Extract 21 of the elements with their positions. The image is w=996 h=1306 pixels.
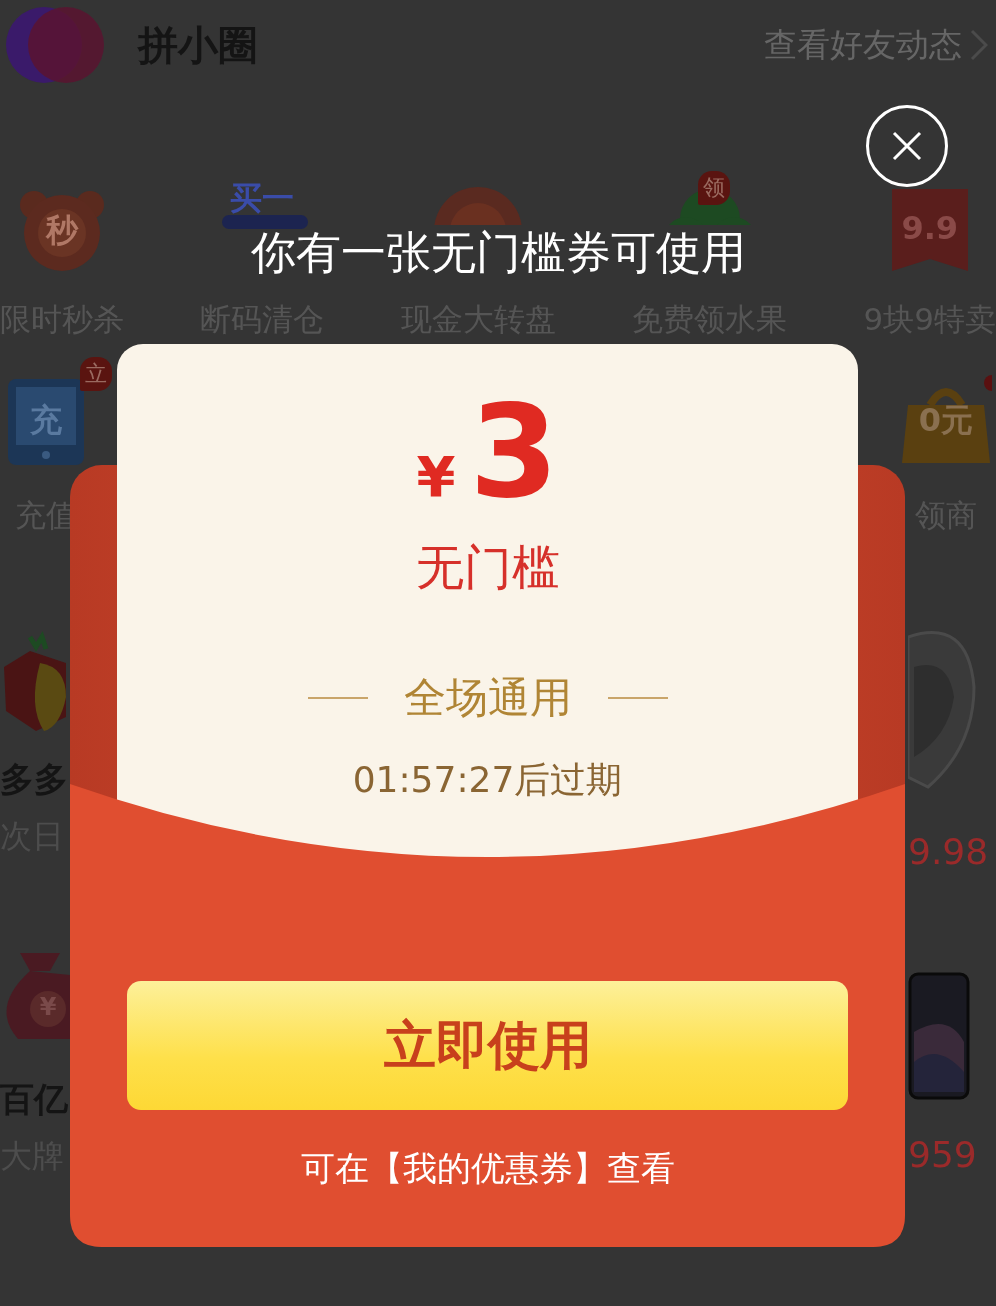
currency-sign: ¥	[416, 444, 456, 509]
popup-title: 你有一张无门槛券可使用	[250, 230, 746, 275]
coupon-scope: 全场通用	[403, 672, 572, 724]
close-button[interactable]	[866, 105, 948, 187]
pill-icon	[222, 215, 309, 229]
expiry-countdown: 01:57:27后过期	[352, 758, 623, 802]
coupon-hint: 可在【我的优惠券】查看	[299, 1147, 676, 1190]
product-price: 959	[908, 1134, 977, 1175]
badge: 立	[80, 357, 112, 391]
phone-icon	[908, 972, 970, 1100]
badge: 领	[698, 171, 731, 205]
use-now-button[interactable]: 立即使用	[127, 981, 848, 1110]
icon-text: 0元	[917, 400, 975, 441]
coupon-amount: 3	[469, 388, 559, 516]
icon-text: 秒	[44, 210, 80, 251]
icon-text: 买一	[229, 178, 296, 219]
icon-text: ¥	[38, 993, 58, 1021]
close-icon	[892, 131, 922, 161]
avatar-icon	[4, 4, 106, 86]
product-price: 9.98	[908, 831, 989, 872]
coupon-condition: 无门槛	[415, 538, 560, 597]
